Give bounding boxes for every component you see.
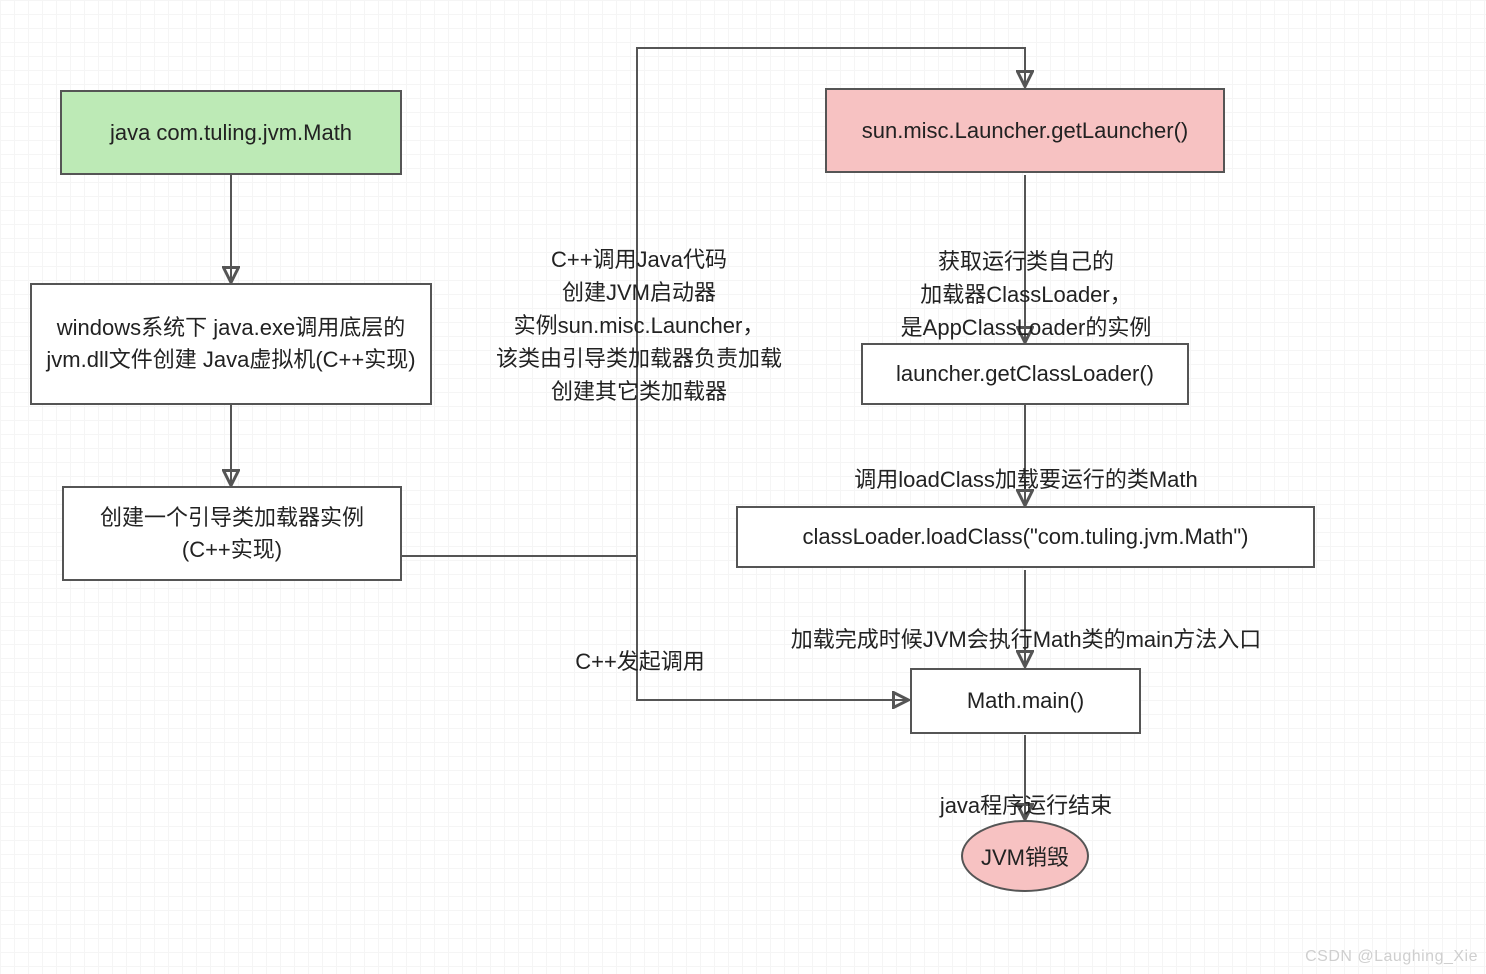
edge-label-program-end: java程序运行结束	[920, 756, 1132, 822]
node-destroy-label: JVM销毁	[981, 840, 1069, 872]
node-main: Math.main()	[910, 668, 1141, 734]
node-jvm-create-label: windows系统下 java.exe调用底层的jvm.dll文件创建 Java…	[42, 312, 420, 376]
node-launcher-label: sun.misc.Launcher.getLauncher()	[862, 115, 1189, 147]
node-load-class-label: classLoader.loadClass("com.tuling.jvm.Ma…	[802, 521, 1248, 553]
node-start-label: java com.tuling.jvm.Math	[110, 117, 352, 149]
node-main-label: Math.main()	[967, 685, 1084, 717]
node-load-class: classLoader.loadClass("com.tuling.jvm.Ma…	[736, 506, 1315, 568]
node-destroy: JVM销毁	[961, 820, 1089, 892]
edge-label-cpp-call-java: C++调用Java代码 创建JVM启动器 实例sun.misc.Launcher…	[472, 210, 806, 408]
node-boot-loader-label: 创建一个引导类加载器实例 (C++实现)	[74, 502, 390, 566]
node-get-loader: launcher.getClassLoader()	[861, 343, 1189, 405]
watermark: CSDN @Laughing_Xie	[1305, 948, 1478, 966]
edge-label-get-runtime-loader: 获取运行类自己的 加载器ClassLoader， 是AppClassLoader…	[868, 212, 1184, 344]
edge-label-exec-main: 加载完成时候JVM会执行Math类的main方法入口	[770, 590, 1282, 656]
node-launcher: sun.misc.Launcher.getLauncher()	[825, 88, 1225, 173]
edge-label-load-math: 调用loadClass加载要运行的类Math	[830, 430, 1222, 496]
node-start: java com.tuling.jvm.Math	[60, 90, 402, 175]
edge-label-cpp-invoke: C++发起调用	[560, 612, 720, 678]
node-boot-loader: 创建一个引导类加载器实例 (C++实现)	[62, 486, 402, 581]
node-get-loader-label: launcher.getClassLoader()	[896, 358, 1154, 390]
node-jvm-create: windows系统下 java.exe调用底层的jvm.dll文件创建 Java…	[30, 283, 432, 405]
